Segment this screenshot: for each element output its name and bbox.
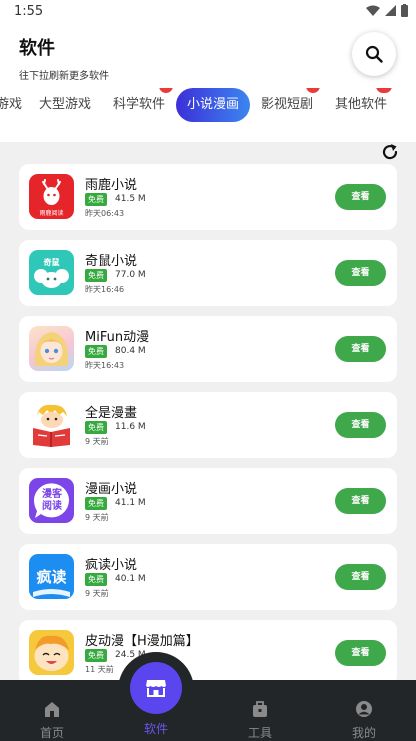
nav-center-store-button[interactable] xyxy=(130,662,182,714)
app-card[interactable]: 疯读 疯读小说 免费 40.1 M 9 天前 查看 xyxy=(19,544,397,610)
tab-games[interactable]: 游戏 xyxy=(0,88,22,122)
app-time: 昨天06:43 xyxy=(85,209,125,218)
free-tag: 免费 xyxy=(85,573,107,586)
tab-large-games[interactable]: 大型游戏 xyxy=(39,88,91,122)
view-button[interactable]: 查看 xyxy=(335,184,386,210)
app-card[interactable]: 奇鼠 奇鼠小说 免费 77.0 M 昨天16:46 查看 xyxy=(19,240,397,306)
view-button[interactable]: 查看 xyxy=(335,336,386,362)
search-icon xyxy=(365,45,383,63)
app-icon-anime-girl xyxy=(29,326,74,371)
app-card[interactable]: 皮动漫【H漫加篇】 免费 24.5 M 11 天前 查看 xyxy=(19,620,397,686)
nav-label: 软件 xyxy=(143,722,168,736)
app-card[interactable]: 雨鹿阅读 雨鹿小说 免费 41.5 M 昨天06:43 查看 xyxy=(19,164,397,230)
view-button[interactable]: 查看 xyxy=(335,640,386,666)
app-size: 11.6 M xyxy=(115,422,146,432)
tab-film-shorts[interactable]: 影视短剧 4 xyxy=(261,88,320,122)
status-time: 1:55 xyxy=(14,4,44,19)
tab-science-software[interactable]: 科学软件 6 xyxy=(113,88,173,122)
tab-badge: 4 xyxy=(306,88,320,93)
app-name: 漫画小说 xyxy=(85,482,138,497)
app-name: 全是漫畫 xyxy=(85,406,138,421)
nav-label: 工具 xyxy=(247,726,272,740)
app-name: 皮动漫【H漫加篇】 xyxy=(85,634,199,649)
header: 软件 往下拉刷新更多软件 游戏 大型游戏 科学软件 6 小说漫画 影视短剧 4 … xyxy=(0,24,416,142)
app-size: 41.1 M xyxy=(115,498,146,508)
toolbox-icon xyxy=(253,701,267,717)
app-icon-deer: 雨鹿阅读 xyxy=(29,174,74,219)
wifi-icon xyxy=(366,5,380,16)
app-card[interactable]: MiFun动漫 免费 80.4 M 昨天16:43 查看 xyxy=(19,316,397,382)
tab-novels-comics[interactable]: 小说漫画 xyxy=(176,88,250,122)
app-name: MiFun动漫 xyxy=(85,330,150,345)
nav-item-profile[interactable]: 我的 xyxy=(334,700,394,741)
store-icon xyxy=(146,680,166,697)
page-subtitle: 往下拉刷新更多软件 xyxy=(19,71,109,82)
tab-other-software[interactable]: 其他软件 50 xyxy=(335,88,393,122)
home-icon xyxy=(45,702,59,717)
app-icon-text: 疯读 xyxy=(36,568,67,586)
app-icon-text: 雨鹿阅读 xyxy=(39,210,64,217)
app-icon-text: 奇鼠 xyxy=(43,258,60,267)
free-tag: 免费 xyxy=(85,497,107,510)
tab-label: 小说漫画 xyxy=(186,97,239,112)
app-icon-pidongman xyxy=(29,630,74,675)
app-name: 奇鼠小说 xyxy=(85,254,138,269)
app-card[interactable]: 全是漫畫 免费 11.6 M 9 天前 查看 xyxy=(19,392,397,458)
app-name: 雨鹿小说 xyxy=(85,178,138,193)
search-button[interactable] xyxy=(352,32,396,76)
free-tag: 免费 xyxy=(85,649,107,662)
page-title: 软件 xyxy=(19,38,55,59)
app-size: 41.5 M xyxy=(115,194,146,204)
tab-badge: 50 xyxy=(376,88,393,93)
view-button[interactable]: 查看 xyxy=(335,412,386,438)
free-tag: 免费 xyxy=(85,345,107,358)
app-time: 9 天前 xyxy=(85,589,109,598)
nav-label: 我的 xyxy=(351,726,376,740)
tab-label: 大型游戏 xyxy=(39,97,92,112)
app-time: 昨天16:43 xyxy=(85,361,125,370)
app-time: 昨天16:46 xyxy=(85,285,125,294)
tab-badge: 6 xyxy=(159,88,173,93)
tab-label: 影视短剧 xyxy=(261,97,314,112)
app-size: 77.0 M xyxy=(115,270,146,280)
app-size: 40.1 M xyxy=(115,574,146,584)
app-icon-text: 漫客阅读 xyxy=(42,489,62,512)
app-size: 80.4 M xyxy=(115,346,146,356)
nav-item-home[interactable]: 首页 xyxy=(22,700,82,741)
bottom-nav: 首页 软件 工具 我的 xyxy=(0,680,416,741)
view-button[interactable]: 查看 xyxy=(335,564,386,590)
app-name: 疯读小说 xyxy=(85,558,138,573)
tab-label: 其他软件 xyxy=(335,97,388,112)
free-tag: 免费 xyxy=(85,421,107,434)
free-tag: 免费 xyxy=(85,193,107,206)
cartoon-face-icon xyxy=(34,635,69,671)
reading-boy-icon xyxy=(33,404,70,447)
tab-label: 科学软件 xyxy=(113,97,166,112)
profile-icon xyxy=(356,701,372,717)
status-icons xyxy=(366,4,408,17)
tab-label: 游戏 xyxy=(0,97,23,112)
battery-icon xyxy=(401,4,408,17)
app-icon-reading-boy xyxy=(29,402,74,447)
app-time: 11 天前 xyxy=(85,665,114,674)
view-button[interactable]: 查看 xyxy=(335,260,386,286)
app-icon-mouse: 奇鼠 xyxy=(29,250,74,295)
nav-item-tools[interactable]: 工具 xyxy=(230,700,290,741)
app-icon-manke: 漫客阅读 xyxy=(29,478,74,523)
app-time: 9 天前 xyxy=(85,437,109,446)
signal-icon xyxy=(385,5,396,16)
refresh-icon[interactable] xyxy=(380,142,400,162)
free-tag: 免费 xyxy=(85,269,107,282)
app-time: 9 天前 xyxy=(85,513,109,522)
anime-girl-icon xyxy=(34,332,69,366)
app-card[interactable]: 漫客阅读 漫画小说 免费 41.1 M 9 天前 查看 xyxy=(19,468,397,534)
status-bar: 1:55 xyxy=(0,0,416,24)
nav-label: 首页 xyxy=(39,726,64,740)
category-tabs: 游戏 大型游戏 科学软件 6 小说漫画 影视短剧 4 其他软件 50 xyxy=(0,88,416,124)
app-icon-fengdu: 疯读 xyxy=(29,554,74,599)
view-button[interactable]: 查看 xyxy=(335,488,386,514)
